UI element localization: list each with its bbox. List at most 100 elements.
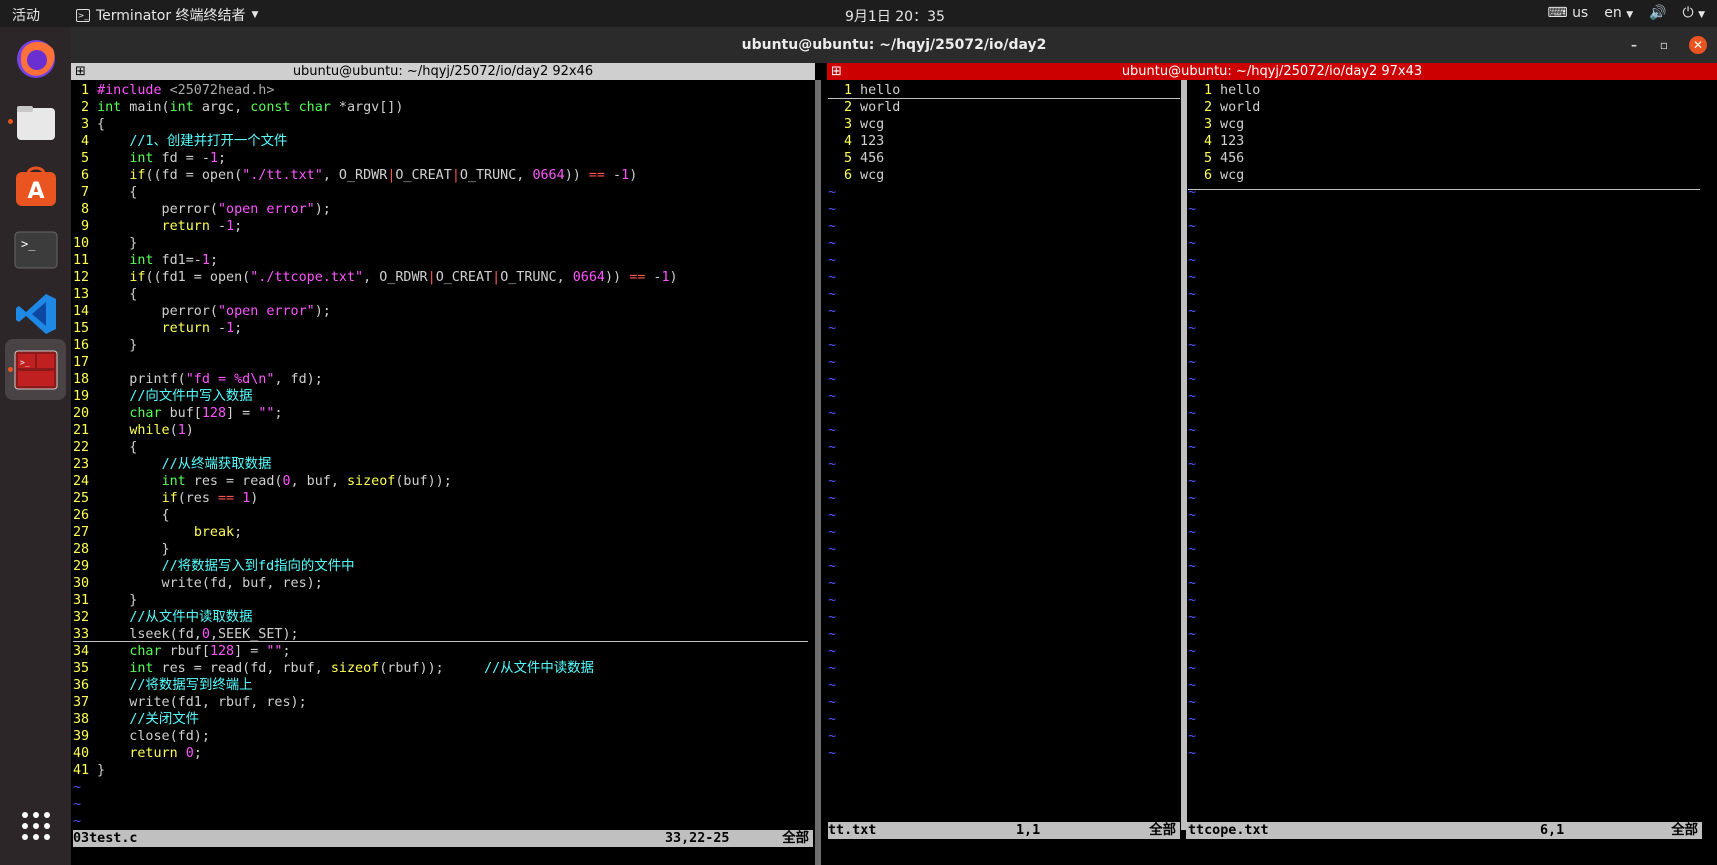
code-line[interactable]: 34 char rbuf[128] = ""; — [73, 643, 813, 660]
code-line[interactable]: 19 //向文件中写入数据 — [73, 388, 813, 405]
code-line[interactable]: 26 { — [73, 507, 813, 524]
line-number: 35 — [73, 661, 90, 676]
code-line[interactable]: 29 //将数据写入到fd指向的文件中 — [73, 558, 813, 575]
code-line[interactable]: 23 //从终端获取数据 — [73, 456, 813, 473]
maximize-button[interactable]: ▫ — [1655, 36, 1673, 54]
pane-grid-icon[interactable]: ⊞ — [75, 63, 86, 80]
text-line[interactable]: 1 hello — [828, 82, 1180, 99]
code-line[interactable]: 21 while(1) — [73, 422, 813, 439]
line-text: close(fd); — [89, 729, 210, 744]
pane-grid-icon[interactable]: ⊞ — [831, 63, 842, 80]
text-line[interactable]: 5 456 — [1188, 150, 1713, 167]
code-line[interactable]: 28 } — [73, 541, 813, 558]
code-line[interactable]: 2 int main(int argc, const char *argv[]) — [73, 99, 813, 116]
code-line[interactable]: 11 int fd1=-1; — [73, 252, 813, 269]
window-titlebar[interactable]: ubuntu@ubuntu: ~/hqyj/25072/io/day2 – ▫ … — [71, 27, 1717, 63]
line-text: world — [1212, 100, 1261, 115]
code-line[interactable]: 18 printf("fd = %d\n", fd); — [73, 371, 813, 388]
activities-button[interactable]: 活动 — [12, 5, 40, 25]
power-menu[interactable]: ⏻ ▼ — [1683, 5, 1705, 21]
vim-split-ttcope[interactable]: 1 hello 2 world 3 wcg 4 123 5 456 6 wcg ~ ~ ~ ~ ~ ~… — [1188, 82, 1713, 822]
code-line[interactable]: 14 perror("open error"); — [73, 303, 813, 320]
code-line[interactable]: 4 //1、创建并打开一个文件 — [73, 133, 813, 150]
text-line[interactable]: 2 world — [828, 99, 1180, 116]
volume-icon[interactable]: 🔊 — [1649, 5, 1666, 21]
empty-line-marker: ~ — [828, 423, 837, 438]
text-line[interactable]: 6 wcg — [828, 167, 1180, 184]
svg-text:A: A — [27, 179, 44, 204]
line-number: 23 — [73, 457, 90, 472]
dock-terminator[interactable]: >_ — [5, 339, 66, 400]
line-text: 456 — [1212, 151, 1245, 166]
dock-vscode[interactable] — [5, 283, 66, 344]
show-apps-button[interactable] — [5, 795, 66, 856]
code-line[interactable]: 24 int res = read(0, buf, sizeof(buf)); — [73, 473, 813, 490]
close-button[interactable]: ✕ — [1689, 36, 1707, 54]
line-text: if((fd = open("./tt.txt", O_RDWR|O_CREAT… — [129, 168, 638, 183]
code-line[interactable]: 3 { — [73, 116, 813, 133]
line-text: int fd1=-1; — [129, 253, 218, 268]
line-text: hello — [1212, 83, 1261, 98]
line-number: 40 — [73, 746, 90, 761]
vscode-icon — [15, 293, 56, 334]
code-line[interactable]: 36 //将数据写到终端上 — [73, 677, 813, 694]
line-number: 4 — [1203, 134, 1212, 149]
terminal-icon: >_ — [14, 231, 57, 268]
code-line[interactable]: 30 write(fd, buf, res); — [73, 575, 813, 592]
code-line[interactable]: 7 { — [73, 184, 813, 201]
dock-terminal[interactable]: >_ — [5, 219, 66, 280]
text-line[interactable]: 4 123 — [1188, 133, 1713, 150]
code-line[interactable]: 15 return -1; — [73, 320, 813, 337]
code-line[interactable]: 32 //从文件中读取数据 — [73, 609, 813, 626]
text-line[interactable]: 1 hello — [1188, 82, 1713, 99]
code-line[interactable]: 13 { — [73, 286, 813, 303]
terminator-icon: >_ — [14, 350, 57, 389]
code-line[interactable]: 9 return -1; — [73, 218, 813, 235]
right-pane-titlebar[interactable]: ⊞ ubuntu@ubuntu: ~/hqyj/25072/io/day2 97… — [827, 63, 1717, 80]
text-line[interactable]: 5 456 — [828, 150, 1180, 167]
code-line[interactable]: 37 write(fd1, rbuf, res); — [73, 694, 813, 711]
text-line[interactable]: 4 123 — [828, 133, 1180, 150]
code-line[interactable]: 40 return 0; — [73, 745, 813, 762]
line-number: 1 — [843, 83, 852, 98]
minimize-button[interactable]: – — [1625, 36, 1643, 54]
text-line[interactable]: 6 wcg — [1188, 167, 1713, 184]
code-editor[interactable]: 1 #include <25072head.h> 2 int main(int … — [73, 82, 813, 832]
ttcope-status-bar: ttcope.txt 6,1 全部 — [1186, 822, 1702, 839]
vim-split-tt[interactable]: 1 hello 2 world 3 wcg 4 123 5 456 6 wcg ~ ~ ~ ~ ~ ~… — [828, 82, 1180, 822]
dock-files[interactable] — [5, 91, 66, 152]
text-line[interactable]: 3 wcg — [828, 116, 1180, 133]
code-line[interactable]: 22 { — [73, 439, 813, 456]
left-pane-titlebar[interactable]: ⊞ ubuntu@ubuntu: ~/hqyj/25072/io/day2 92… — [71, 63, 815, 80]
dock-software[interactable]: A — [5, 155, 66, 216]
code-line[interactable]: 31 } — [73, 592, 813, 609]
code-line[interactable]: 41 } — [73, 762, 813, 779]
code-line[interactable]: 20 char buf[128] = ""; — [73, 405, 813, 422]
line-text: write(fd1, rbuf, res); — [89, 695, 307, 710]
app-menu[interactable]: >_ Terminator 终端终结者 ▼ — [76, 5, 258, 25]
keyboard-indicator[interactable]: ⌨ us — [1547, 5, 1588, 21]
code-line[interactable]: 25 if(res == 1) — [73, 490, 813, 507]
code-line[interactable]: 38 //关闭文件 — [73, 711, 813, 728]
empty-line-marker: ~ — [828, 559, 837, 574]
code-line[interactable]: 27 break; — [73, 524, 813, 541]
code-line[interactable]: 6 if((fd = open("./tt.txt", O_RDWR|O_CRE… — [73, 167, 813, 184]
power-icon: ⏻ — [1682, 5, 1694, 21]
code-line[interactable]: 17 — [73, 354, 813, 371]
code-line[interactable]: 5 int fd = -1; — [73, 150, 813, 167]
code-line[interactable]: 8 perror("open error"); — [73, 201, 813, 218]
text-line[interactable]: 2 world — [1188, 99, 1713, 116]
code-line[interactable]: 35 int res = read(fd, rbuf, sizeof(rbuf)… — [73, 660, 813, 677]
vim-vertical-split[interactable] — [1181, 80, 1187, 830]
input-method-menu[interactable]: en ▼ — [1604, 5, 1633, 21]
text-line[interactable]: 3 wcg — [1188, 116, 1713, 133]
dock-firefox[interactable] — [5, 27, 66, 88]
code-line[interactable]: 16 } — [73, 337, 813, 354]
clock[interactable]: 9月1日 20：35 — [845, 6, 945, 26]
pane-splitter[interactable] — [815, 80, 821, 865]
code-line[interactable]: 39 close(fd); — [73, 728, 813, 745]
code-line[interactable]: 1 #include <25072head.h> — [73, 82, 813, 99]
code-line[interactable]: 12 if((fd1 = open("./ttcope.txt", O_RDWR… — [73, 269, 813, 286]
line-text: int main(int argc, const char *argv[]) — [97, 100, 404, 115]
code-line[interactable]: 10 } — [73, 235, 813, 252]
